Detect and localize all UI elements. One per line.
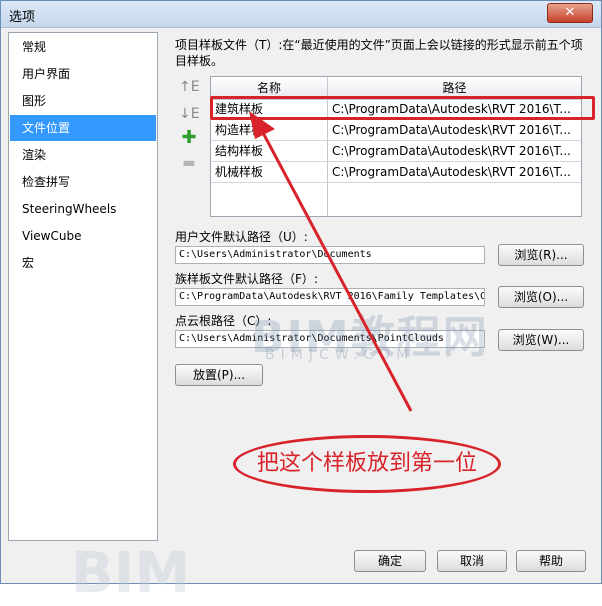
table-row[interactable]: 结构样板 C:\ProgramData\Autodesk\RVT 2016\T.… bbox=[211, 141, 581, 162]
user-files-path-label: 用户文件默认路径（U）: bbox=[175, 230, 308, 244]
template-name: 构造样板 bbox=[215, 123, 264, 137]
table-row[interactable]: 构造样板 C:\ProgramData\Autodesk\RVT 2016\T.… bbox=[211, 120, 581, 141]
template-name: 结构样板 bbox=[215, 144, 264, 158]
move-down-icon: ↓E bbox=[179, 106, 200, 122]
template-path: C:\ProgramData\Autodesk\RVT 2016\T... bbox=[332, 123, 571, 137]
plus-icon: ✚ bbox=[181, 127, 197, 148]
options-dialog: 选项 ✕ 常规 用户界面 图形 文件位置 渲染 检查拼写 SteeringWhe… bbox=[0, 0, 602, 606]
sidebar-item-file-locations[interactable]: 文件位置 bbox=[10, 115, 156, 141]
template-path: C:\ProgramData\Autodesk\RVT 2016\T... bbox=[332, 165, 571, 179]
template-name: 机械样板 bbox=[215, 165, 264, 179]
table-row[interactable]: 机械样板 C:\ProgramData\Autodesk\RVT 2016\T.… bbox=[211, 162, 581, 183]
close-icon: ✕ bbox=[564, 5, 576, 20]
help-button[interactable]: 帮助 bbox=[516, 550, 586, 572]
sidebar-item-general[interactable]: 常规 bbox=[10, 34, 156, 60]
sidebar-item-rendering[interactable]: 渲染 bbox=[10, 142, 156, 168]
move-up-button[interactable]: ↑E bbox=[179, 78, 200, 96]
sidebar-item-spelling[interactable]: 检查拼写 bbox=[10, 169, 156, 195]
sidebar-item-viewcube[interactable]: ViewCube bbox=[10, 223, 156, 249]
browse-user-files-button[interactable]: 浏览(R)... bbox=[498, 244, 584, 266]
add-template-button[interactable]: ✚ bbox=[179, 129, 199, 147]
sidebar-item-user-interface[interactable]: 用户界面 bbox=[10, 61, 156, 87]
places-button[interactable]: 放置(P)... bbox=[175, 364, 263, 386]
template-path: C:\ProgramData\Autodesk\RVT 2016\T... bbox=[332, 144, 571, 158]
sidebar-item-steeringwheels[interactable]: SteeringWheels bbox=[10, 196, 156, 222]
watermark-url: BIMJCW.COM bbox=[265, 347, 415, 363]
highlight-box bbox=[210, 96, 595, 120]
sidebar-item-graphics[interactable]: 图形 bbox=[10, 88, 156, 114]
browse-point-cloud-button[interactable]: 浏览(W)... bbox=[498, 329, 584, 351]
move-up-icon: ↑E bbox=[179, 79, 200, 95]
minus-icon: ▬ bbox=[182, 155, 196, 171]
annotation-callout: 把这个样板放到第一位 bbox=[233, 435, 501, 493]
title-bar[interactable]: 选项 ✕ bbox=[1, 1, 601, 28]
cancel-button[interactable]: 取消 bbox=[437, 550, 507, 572]
user-files-path-input[interactable]: C:\Users\Administrator\Documents bbox=[175, 246, 485, 264]
sidebar-item-macros[interactable]: 宏 bbox=[10, 250, 156, 276]
remove-template-button[interactable]: ▬ bbox=[179, 154, 199, 172]
move-down-button[interactable]: ↓E bbox=[179, 105, 200, 123]
ok-button[interactable]: 确定 bbox=[354, 550, 426, 572]
family-template-path-label: 族样板文件默认路径（F）: bbox=[175, 272, 318, 286]
dialog-title: 选项 bbox=[9, 10, 36, 25]
sidebar: 常规 用户界面 图形 文件位置 渲染 检查拼写 SteeringWheels V… bbox=[8, 32, 158, 541]
browse-family-templates-button[interactable]: 浏览(O)... bbox=[498, 286, 584, 308]
watermark-bottom: BIM bbox=[71, 541, 191, 606]
templates-description: 项目样板文件（T）:在“最近使用的文件”页面上会以链接的形式显示前五个项目样板。 bbox=[175, 38, 583, 68]
close-button[interactable]: ✕ bbox=[547, 3, 593, 23]
